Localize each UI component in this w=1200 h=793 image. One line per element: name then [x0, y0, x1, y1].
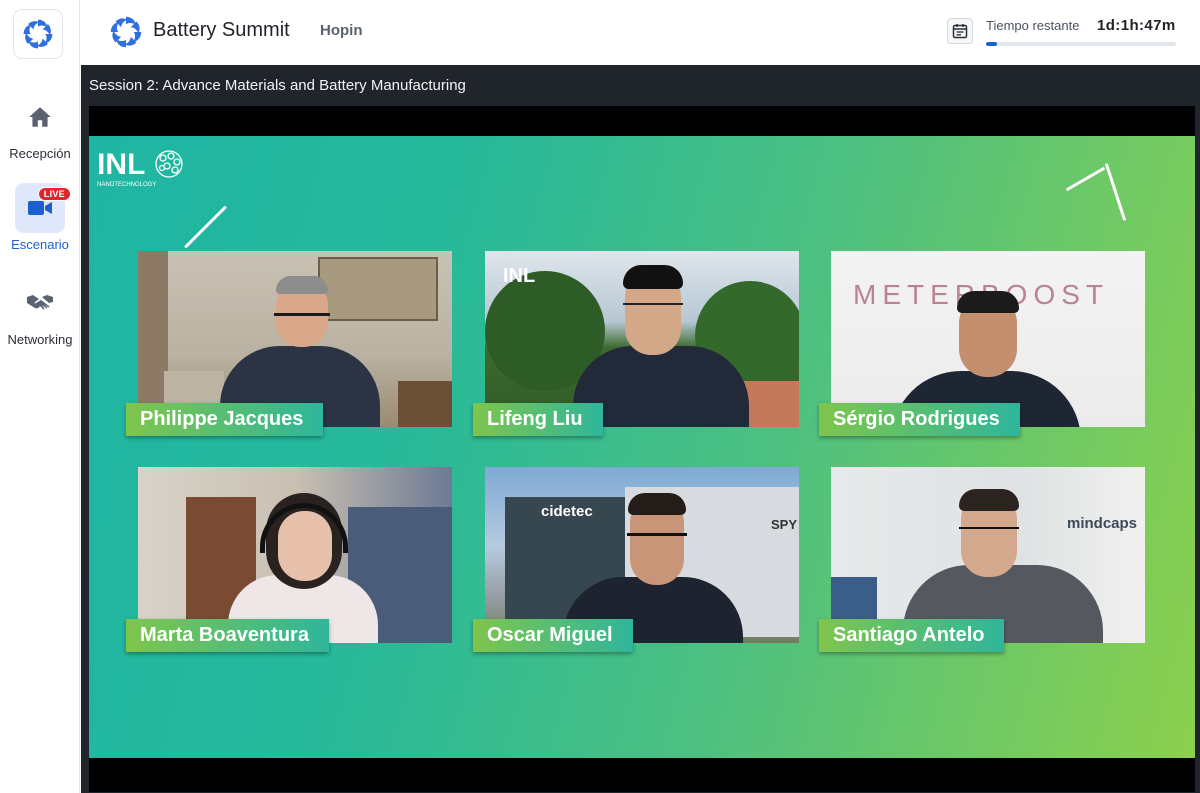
- hopin-logo[interactable]: [13, 9, 63, 59]
- sidebar-item-label: Recepción: [9, 146, 71, 161]
- decorative-line: [1104, 163, 1127, 221]
- name-tag-wrap: Santiago Antelo: [819, 467, 1171, 652]
- speaker-name-tag: Philippe Jacques: [126, 403, 324, 436]
- sidebar-item-escenario[interactable]: LIVE Escenario: [0, 183, 80, 252]
- sidebar-item-label: Networking: [7, 332, 73, 347]
- name-tag-wrap: Oscar Miguel: [473, 467, 825, 652]
- sidebar-item-label: Escenario: [11, 237, 69, 252]
- name-tag-wrap: Marta Boaventura: [126, 467, 478, 652]
- sidebar-item-recepcion[interactable]: Recepción: [0, 92, 80, 161]
- calendar-icon: [952, 24, 968, 39]
- organizer-name[interactable]: Hopin: [320, 22, 363, 39]
- sidebar-item-networking[interactable]: Networking: [0, 278, 80, 347]
- time-remaining-value: 1d:1h:47m: [1097, 17, 1176, 34]
- handshake-icon: [15, 278, 65, 328]
- session-title: Session 2: Advance Materials and Battery…: [89, 77, 466, 94]
- speaker-name-tag: Santiago Antelo: [819, 619, 1005, 652]
- speaker-name-tag: Sérgio Rodrigues: [819, 403, 1020, 436]
- inl-logo: INL NANOTECHNOLOGY: [97, 146, 192, 201]
- speaker-name-tag: Marta Boaventura: [126, 619, 329, 652]
- top-header: Battery Summit Hopin Tiempo restante 1d:…: [81, 0, 1200, 65]
- name-tag-wrap: Philippe Jacques: [126, 251, 478, 436]
- video-camera-icon: LIVE: [15, 183, 71, 233]
- svg-text:INL: INL: [97, 148, 145, 181]
- speaker-name-tag: Lifeng Liu: [473, 403, 603, 436]
- svg-text:NANOTECHNOLOGY: NANOTECHNOLOGY: [97, 182, 156, 188]
- speaker-name-tag: Oscar Miguel: [473, 619, 633, 652]
- tile-wall-text: mindcaps: [1067, 515, 1138, 532]
- building-sign: SPY: [771, 517, 798, 532]
- speaker-name: Philippe Jacques: [140, 408, 304, 430]
- time-progress-bar: [986, 42, 1176, 46]
- stream-content: INL NANOTECHNOLOGY Philippe Jacques INL …: [89, 136, 1195, 758]
- name-tag-wrap: Sérgio Rodrigues: [819, 251, 1171, 436]
- speaker-name: Santiago Antelo: [833, 624, 985, 646]
- name-tag-wrap: Lifeng Liu: [473, 251, 825, 436]
- sidebar: Recepción LIVE Escenario Networking: [0, 0, 80, 793]
- live-badge: LIVE: [37, 187, 71, 201]
- hopin-swirl-icon: [110, 16, 142, 48]
- decorative-line: [1065, 166, 1106, 192]
- stage-area: Session 2: Advance Materials and Battery…: [81, 65, 1200, 793]
- speaker-name: Oscar Miguel: [487, 624, 613, 646]
- video-player[interactable]: INL NANOTECHNOLOGY Philippe Jacques INL …: [89, 106, 1195, 792]
- calendar-button[interactable]: [947, 18, 973, 44]
- speaker-name: Sérgio Rodrigues: [833, 408, 1000, 430]
- decorative-line: [183, 205, 228, 249]
- time-progress-fill: [986, 42, 998, 46]
- app-root: Recepción LIVE Escenario Networking Batt…: [0, 0, 1200, 793]
- home-icon: [15, 92, 65, 142]
- time-remaining-label: Tiempo restante: [986, 18, 1080, 33]
- speaker-name: Marta Boaventura: [140, 624, 309, 646]
- event-logo: [107, 13, 145, 51]
- event-title: Battery Summit: [153, 19, 290, 41]
- hopin-swirl-icon: [23, 19, 53, 49]
- speaker-name: Lifeng Liu: [487, 408, 583, 430]
